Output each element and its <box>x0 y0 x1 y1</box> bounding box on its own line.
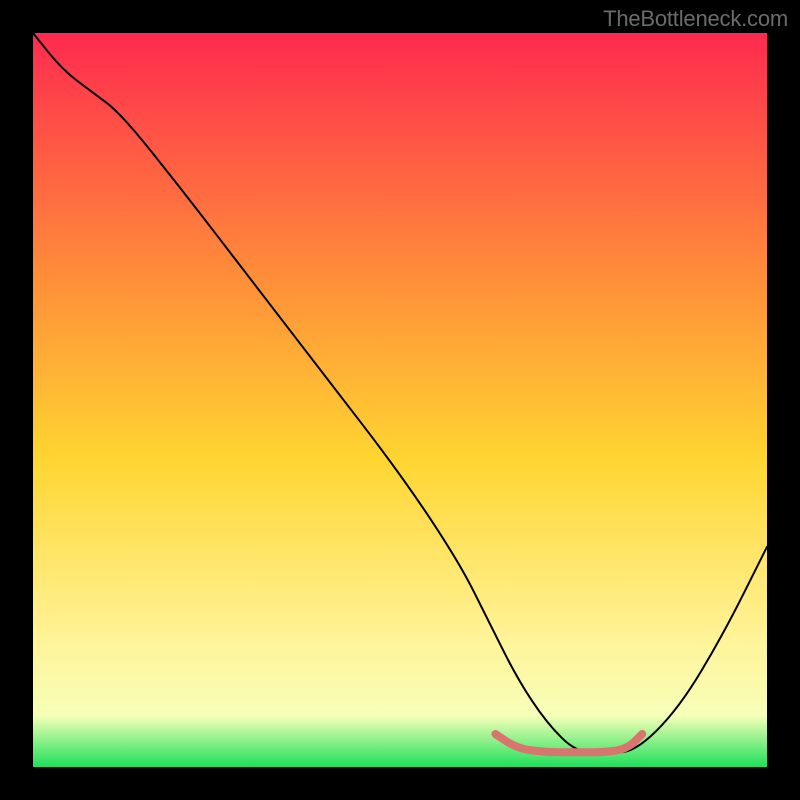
watermark-label: TheBottleneck.com <box>603 6 788 32</box>
bottleneck-chart <box>33 33 767 767</box>
plot-area <box>33 33 767 767</box>
chart-container: TheBottleneck.com <box>0 0 800 800</box>
gradient-background <box>33 33 767 767</box>
